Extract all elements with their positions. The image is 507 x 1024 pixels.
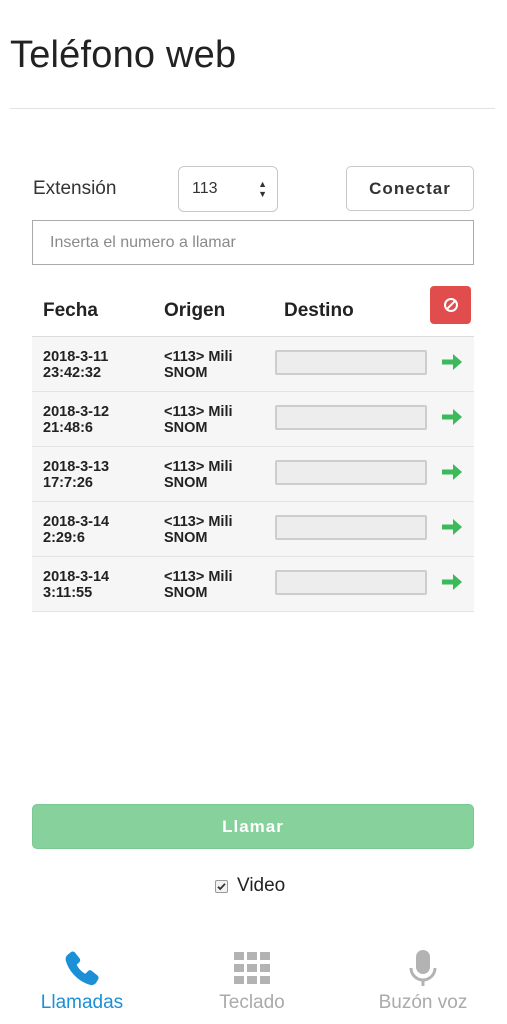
arrow-right-icon[interactable]	[440, 571, 464, 593]
row-origin-name: <113> Mili	[164, 514, 233, 530]
phone-icon	[65, 951, 99, 986]
extension-select-value: 113	[192, 180, 218, 197]
column-header-destino: Destino	[284, 300, 354, 321]
row-date-cell: 2018-3-11 23:42:32	[43, 349, 153, 381]
row-date: 2018-3-14	[43, 569, 110, 585]
row-origin-cell: <113> Mili SNOM	[164, 404, 274, 436]
extension-label: Extensión	[33, 178, 117, 199]
row-date: 2018-3-13	[43, 459, 110, 475]
block-icon	[443, 298, 458, 312]
video-label: Video	[237, 875, 286, 896]
row-date: 2018-3-14	[43, 514, 110, 530]
row-date-cell: 2018-3-13 17:7:26	[43, 459, 153, 491]
table-row: 2018-3-14 2:29:6 <113> Mili SNOM	[32, 502, 474, 557]
tab-buzon-voz-label: Buzón voz	[378, 992, 468, 1013]
bottom-tab-bar: Llamadas Teclado Buzón voz	[0, 940, 507, 1024]
arrow-right-icon[interactable]	[440, 461, 464, 483]
destination-input[interactable]	[275, 405, 427, 430]
checkmark-icon	[217, 882, 226, 890]
destination-input[interactable]	[275, 570, 427, 595]
destination-input[interactable]	[275, 460, 427, 485]
row-origin-device: SNOM	[164, 420, 208, 436]
connect-button[interactable]: Conectar	[346, 166, 474, 211]
header-divider	[10, 108, 495, 109]
row-origin-device: SNOM	[164, 585, 208, 601]
call-history-table: Fecha Origen Destino 2018-3-11 23:42:32 <…	[32, 285, 474, 612]
row-origin-name: <113> Mili	[164, 349, 233, 365]
arrow-right-icon[interactable]	[440, 406, 464, 428]
number-input[interactable]	[32, 220, 474, 265]
row-origin-name: <113> Mili	[164, 459, 233, 475]
tab-teclado-label: Teclado	[219, 992, 285, 1013]
row-origin-cell: <113> Mili SNOM	[164, 459, 274, 491]
row-time: 2:29:6	[43, 530, 85, 546]
call-button[interactable]: Llamar	[32, 804, 474, 849]
row-origin-cell: <113> Mili SNOM	[164, 514, 274, 546]
row-time: 21:48:6	[43, 420, 93, 436]
row-time: 17:7:26	[43, 475, 93, 491]
table-row: 2018-3-12 21:48:6 <113> Mili SNOM	[32, 392, 474, 447]
destination-input[interactable]	[275, 350, 427, 375]
row-origin-cell: <113> Mili SNOM	[164, 349, 274, 381]
row-time: 23:42:32	[43, 365, 102, 381]
clear-history-button[interactable]	[430, 286, 471, 324]
table-header: Fecha Origen Destino	[32, 285, 474, 337]
row-date: 2018-3-12	[43, 404, 110, 420]
row-origin-name: <113> Mili	[164, 404, 233, 420]
row-origin-device: SNOM	[164, 475, 208, 491]
tab-llamadas-label: Llamadas	[40, 992, 124, 1013]
row-time: 3:11:55	[43, 585, 93, 601]
table-row: 2018-3-11 23:42:32 <113> Mili SNOM	[32, 337, 474, 392]
page-title: Teléfono web	[10, 34, 237, 76]
column-header-fecha: Fecha	[43, 300, 98, 321]
microphone-icon	[409, 950, 437, 986]
arrow-right-icon[interactable]	[440, 516, 464, 538]
row-origin-cell: <113> Mili SNOM	[164, 569, 274, 601]
row-origin-device: SNOM	[164, 530, 208, 546]
video-checkbox[interactable]	[215, 879, 228, 893]
row-date-cell: 2018-3-12 21:48:6	[43, 404, 153, 436]
row-date-cell: 2018-3-14 3:11:55	[43, 569, 153, 601]
keypad-icon	[234, 952, 270, 984]
arrow-right-icon[interactable]	[440, 351, 464, 373]
row-origin-name: <113> Mili	[164, 569, 233, 585]
destination-input[interactable]	[275, 515, 427, 540]
extension-select[interactable]: 113 ▲ ▼	[178, 166, 278, 212]
table-row: 2018-3-14 3:11:55 <113> Mili SNOM	[32, 557, 474, 612]
row-date-cell: 2018-3-14 2:29:6	[43, 514, 153, 546]
select-arrows-icon: ▲ ▼	[258, 179, 267, 199]
table-row: 2018-3-13 17:7:26 <113> Mili SNOM	[32, 447, 474, 502]
row-date: 2018-3-11	[43, 349, 109, 365]
row-origin-device: SNOM	[164, 365, 208, 381]
column-header-origen: Origen	[164, 300, 226, 321]
video-option: Video	[215, 875, 285, 897]
